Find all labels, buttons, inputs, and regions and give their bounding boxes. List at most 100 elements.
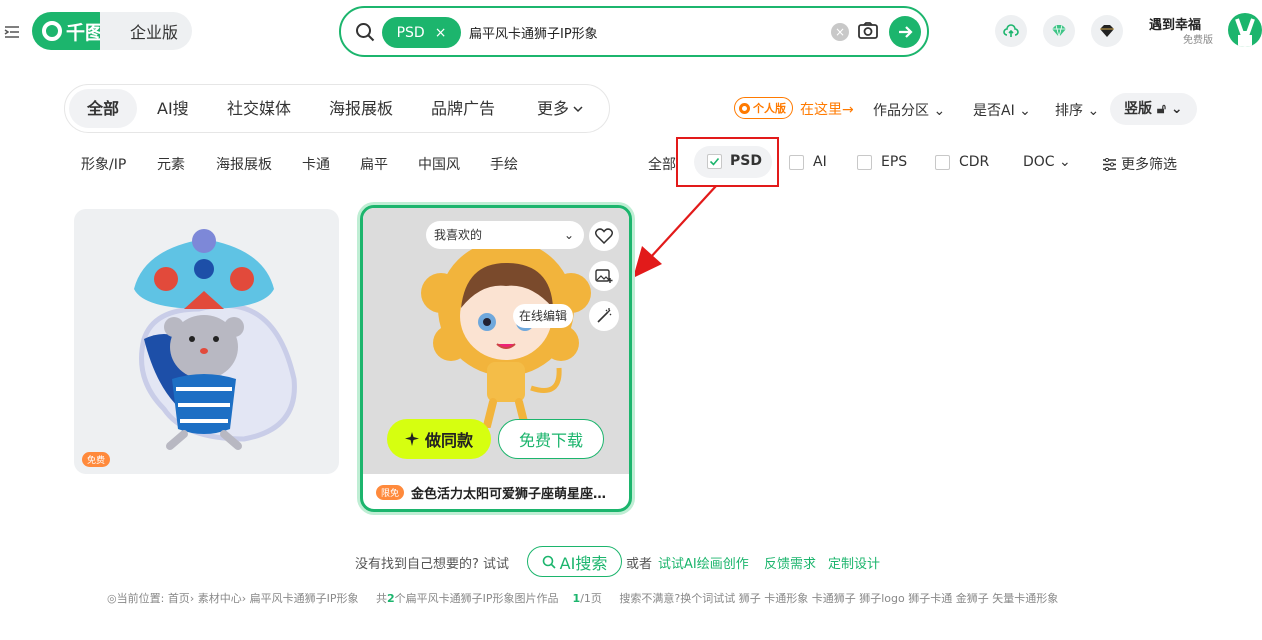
page-total: /1页 <box>580 592 602 605</box>
sort-dropdown-label: 排序 <box>1055 103 1083 119</box>
upload-cloud-icon <box>1003 24 1019 37</box>
category-ai-search[interactable]: AI搜 <box>157 85 189 132</box>
feedback-link[interactable]: 反馈需求 <box>764 553 816 572</box>
breadcrumb-home[interactable]: 首页 <box>168 592 190 605</box>
search-icon[interactable] <box>355 22 375 42</box>
card-thumbnail[interactable]: 我喜欢的 ⌄ 在线编辑 做同款 免费下载 <box>363 208 629 474</box>
suggestion-link[interactable]: 卡通形象 <box>764 592 808 605</box>
category-all[interactable]: 全部 <box>69 89 138 128</box>
enterprise-link[interactable]: 企业版 <box>100 12 193 50</box>
free-download-button[interactable]: 免费下载 <box>498 419 604 459</box>
edit-online-button[interactable] <box>589 301 619 331</box>
vip-button[interactable] <box>1043 15 1075 47</box>
suggestion-link[interactable]: 狮子卡通 <box>908 592 952 605</box>
format-eps[interactable]: EPS <box>881 154 907 170</box>
avatar[interactable] <box>1228 13 1262 47</box>
total-suffix: 个扁平风卡通狮子IP形象图片作品 <box>394 592 559 605</box>
image-add-icon <box>595 269 613 283</box>
cdr-checkbox[interactable] <box>935 155 950 170</box>
brand-name: 千图 <box>66 21 105 44</box>
breadcrumb-materials[interactable]: 素材中心 <box>198 592 242 605</box>
ai-checkbox[interactable] <box>789 155 804 170</box>
breadcrumb-prefix: ◎当前位置: <box>107 592 165 605</box>
lock-icon: 🔓︎ <box>1156 101 1166 117</box>
tag-ip[interactable]: 形象/IP <box>81 154 126 174</box>
eps-checkbox[interactable] <box>857 155 872 170</box>
black-diamond-icon <box>1100 25 1114 37</box>
format-cdr[interactable]: CDR <box>959 154 989 170</box>
ai-search-button[interactable]: AI搜索 <box>527 546 622 577</box>
category-social-media[interactable]: 社交媒体 <box>227 85 291 132</box>
search-submit-button[interactable] <box>889 16 921 48</box>
breadcrumb-current[interactable]: 扁平风卡通狮子IP形象 <box>250 592 359 605</box>
lion-illustration <box>421 240 591 428</box>
total-count: 2 <box>387 592 395 605</box>
clear-search-icon[interactable]: × <box>831 23 849 41</box>
make-same-label: 做同款 <box>424 431 473 450</box>
is-ai-dropdown[interactable]: 是否AI ⌄ <box>973 100 1031 120</box>
ai-drawing-link[interactable]: 试试AI绘画创作 <box>658 553 749 572</box>
magic-wand-icon <box>597 308 612 323</box>
search-input[interactable]: 扁平风卡通狮子IP形象 <box>469 23 598 42</box>
favorite-folder-label: 我喜欢的 <box>434 228 483 242</box>
suggestion-link[interactable]: 狮子 <box>739 592 761 605</box>
search-box: PSD × 扁平风卡通狮子IP形象 × <box>339 6 929 57</box>
zone-dropdown[interactable]: 作品分区 ⌄ <box>873 100 945 120</box>
suggestion-link[interactable]: 狮子logo <box>859 592 905 605</box>
result-card[interactable]: 免费 <box>74 209 339 474</box>
enterprise-vip-button[interactable] <box>1091 15 1123 47</box>
suggestion-link[interactable]: 金狮子 <box>956 592 989 605</box>
format-all[interactable]: 全部 <box>648 154 676 174</box>
personal-badge-label: 个人版 <box>753 102 786 115</box>
or-text: 或者 <box>626 557 653 572</box>
tag-element[interactable]: 元素 <box>157 154 185 174</box>
tag-flat[interactable]: 扁平 <box>360 154 388 174</box>
format-doc-label: DOC <box>1023 154 1055 170</box>
tag-cartoon[interactable]: 卡通 <box>302 154 330 174</box>
sort-dropdown[interactable]: 排序 ⌄ <box>1055 100 1099 120</box>
more-filters-button[interactable]: 更多筛选 <box>1102 154 1177 174</box>
breadcrumb: ◎当前位置: 首页› 素材中心› 扁平风卡通狮子IP形象 共2个扁平风卡通狮子I… <box>107 592 1059 605</box>
category-more[interactable]: 更多 <box>537 85 583 132</box>
orientation-dropdown[interactable]: 竖版 🔓︎ ⌄ <box>1110 93 1197 125</box>
tag-chinese-style[interactable]: 中国风 <box>418 154 460 174</box>
tag-hand-drawn[interactable]: 手绘 <box>490 154 518 174</box>
favorite-button[interactable] <box>589 221 619 251</box>
search-format-tag: PSD × <box>382 17 461 48</box>
chevron-down-icon <box>573 105 583 112</box>
heart-icon <box>595 228 613 244</box>
favorite-folder-select[interactable]: 我喜欢的 ⌄ <box>426 221 584 249</box>
personal-edition-badge[interactable]: 个人版 <box>734 97 793 119</box>
image-search-icon[interactable] <box>857 20 879 42</box>
more-filters-label: 更多筛选 <box>1121 157 1177 173</box>
site-logo[interactable]: 千图 企业版 <box>32 12 193 50</box>
suggest-label: 搜索不满意?换个词试试 <box>619 592 736 605</box>
user-level: 免费版 <box>1183 35 1213 46</box>
remove-tag-icon[interactable]: × <box>435 25 447 41</box>
make-same-button[interactable]: 做同款 <box>387 419 491 459</box>
filter-sliders-icon <box>1103 157 1116 171</box>
chevron-down-icon: ⌄ <box>563 228 574 242</box>
here-link[interactable]: 在这里→ <box>800 99 854 119</box>
category-poster[interactable]: 海报展板 <box>329 85 393 132</box>
zone-dropdown-label: 作品分区 <box>873 103 929 119</box>
card-title[interactable]: 金色活力太阳可爱狮子座萌星座插画 <box>411 483 611 502</box>
tag-poster[interactable]: 海报展板 <box>216 154 272 174</box>
format-ai[interactable]: AI <box>813 154 827 170</box>
ai-search-label: AI搜索 <box>559 553 608 573</box>
format-doc-dropdown[interactable]: DOC ⌄ <box>1023 154 1071 170</box>
custom-design-link[interactable]: 定制设计 <box>828 553 880 572</box>
orientation-label: 竖版 <box>1124 101 1152 117</box>
suggestion-link[interactable]: 矢量卡通形象 <box>992 592 1058 605</box>
upload-button[interactable] <box>995 15 1027 47</box>
menu-icon[interactable] <box>4 24 20 40</box>
edit-online-tooltip: 在线编辑 <box>513 304 574 328</box>
add-to-board-button[interactable] <box>589 261 619 291</box>
category-nav: 全部 AI搜 社交媒体 海报展板 品牌广告 更多 <box>64 84 610 133</box>
is-ai-dropdown-label: 是否AI <box>973 103 1015 119</box>
category-brand-ad[interactable]: 品牌广告 <box>431 85 495 132</box>
suggestion-link[interactable]: 卡通狮子 <box>812 592 856 605</box>
result-card-hovered[interactable]: 我喜欢的 ⌄ 在线编辑 做同款 免费下载 限免 金色活力太阳可爱狮子座萌星座插画 <box>360 205 632 512</box>
free-badge: 免费 <box>82 452 111 467</box>
category-more-label: 更多 <box>537 99 570 118</box>
